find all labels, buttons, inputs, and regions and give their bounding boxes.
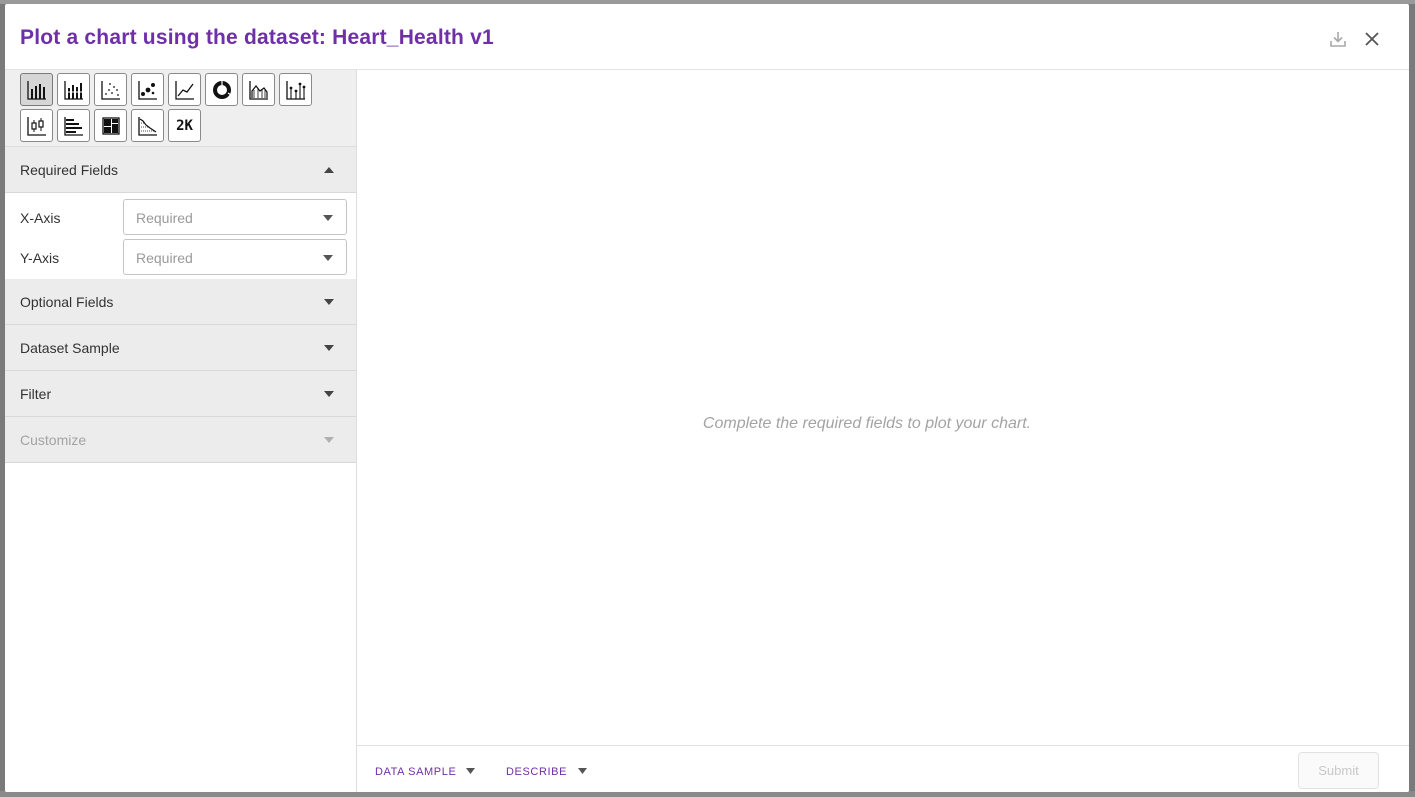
chart-config-sidebar: 2K Required Fields X-Axis Required Y-Axi… [5,70,357,792]
close-button[interactable] [1361,28,1383,50]
optional-fields-section-header[interactable]: Optional Fields [5,279,356,325]
download-icon [1330,32,1346,47]
area-icon [248,80,268,100]
kpi-icon: 2K [176,117,193,134]
required-fields-section-header[interactable]: Required Fields [5,147,356,193]
required-fields-label: Required Fields [20,161,119,178]
chart-type-horizontal-bar-button[interactable] [57,109,90,142]
filter-section-header[interactable]: Filter [5,371,356,417]
stacked-bar-icon [63,80,83,100]
chevron-down-icon [324,345,334,351]
y-axis-select[interactable]: Required [123,239,347,275]
submit-button[interactable]: Submit [1298,752,1379,789]
chart-type-scatter-button[interactable] [94,73,127,106]
y-axis-placeholder: Required [136,250,193,266]
describe-tab[interactable]: DESCRIBE [506,766,567,778]
chevron-up-icon [324,167,334,173]
chart-type-line-button[interactable] [168,73,201,106]
customize-label: Customize [20,431,87,448]
customize-section-header: Customize [5,417,356,463]
dialog-title: Plot a chart using the dataset: Heart_He… [20,26,494,49]
data-sample-tab[interactable]: DATA SAMPLE [375,766,456,778]
box-plot-icon [26,116,46,136]
chart-type-area-button[interactable] [242,73,275,106]
close-icon [1365,32,1379,46]
chart-type-kpi-button[interactable]: 2K [168,109,201,142]
dataset-sample-label: Dataset Sample [20,339,120,356]
x-axis-row: X-Axis Required [5,199,356,237]
chart-type-toolbar: 2K [5,70,356,147]
x-axis-placeholder: Required [136,210,193,226]
bubble-icon [137,80,157,100]
x-axis-select[interactable]: Required [123,199,347,235]
y-axis-row: Y-Axis Required [5,239,356,277]
chevron-down-icon [324,299,334,305]
chevron-down-icon [324,391,334,397]
empty-chart-message: Complete the required fields to plot you… [702,415,1032,432]
chevron-down-icon [324,437,334,443]
download-button[interactable] [1327,28,1349,50]
chevron-down-icon[interactable] [578,768,587,774]
chart-type-dot-plot-button[interactable] [279,73,312,106]
chart-type-density-button[interactable] [131,109,164,142]
chart-preview-area: Complete the required fields to plot you… [357,70,1409,745]
chevron-down-icon[interactable] [466,768,475,774]
dropdown-arrow-icon [323,215,333,221]
dataset-sample-section-header[interactable]: Dataset Sample [5,325,356,371]
chart-type-stacked-bar-button[interactable] [57,73,90,106]
dot-plot-icon [285,80,305,100]
horizontal-bar-icon [63,116,83,136]
filter-label: Filter [20,385,52,402]
x-axis-label: X-Axis [20,210,61,226]
y-axis-label: Y-Axis [20,250,60,266]
scatter-icon [100,80,120,100]
dialog-header: Plot a chart using the dataset: Heart_He… [5,4,1409,70]
chart-type-donut-button[interactable] [205,73,238,106]
dialog-footer: DATA SAMPLE DESCRIBE Submit [357,745,1409,792]
treemap-icon [101,116,120,135]
chart-type-bubble-button[interactable] [131,73,164,106]
dropdown-arrow-icon [323,255,333,261]
plot-chart-dialog: Plot a chart using the dataset: Heart_He… [5,4,1409,792]
chart-type-box-plot-button[interactable] [20,109,53,142]
donut-icon [212,80,231,99]
optional-fields-label: Optional Fields [20,293,114,310]
bar-chart-icon [26,80,46,100]
line-icon [174,80,194,100]
chart-type-treemap-button[interactable] [94,109,127,142]
density-icon [137,116,157,136]
chart-type-bar-button[interactable] [20,73,53,106]
